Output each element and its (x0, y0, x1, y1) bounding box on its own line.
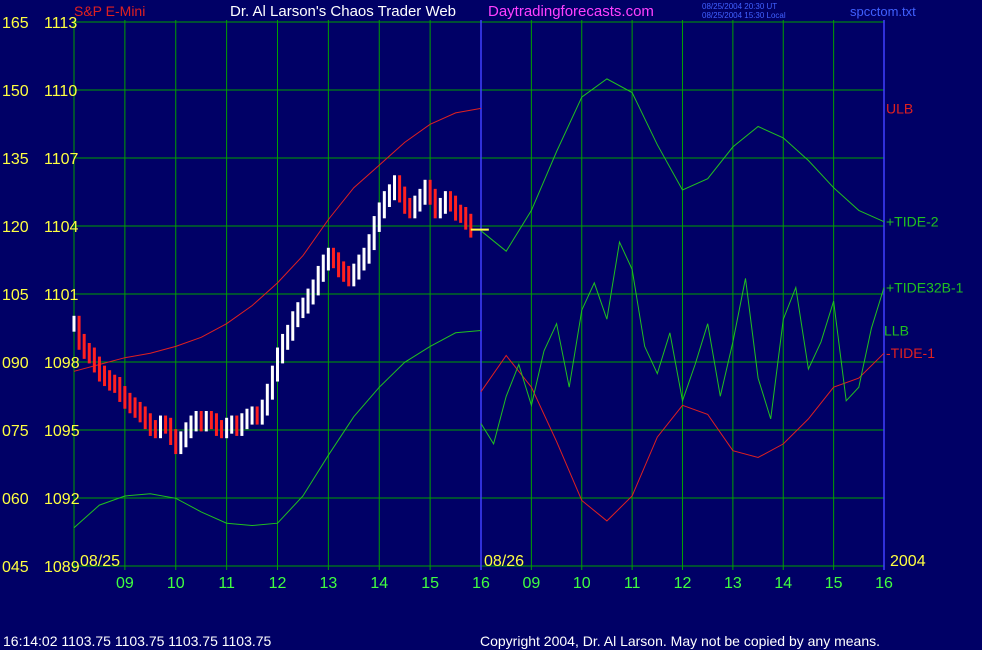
day-label: 08/25 (80, 553, 120, 570)
time-axis-tick: 16 (472, 575, 490, 592)
symbol-label: S&P E-Mini (74, 3, 145, 19)
price-axis-tick: 1101 (44, 287, 79, 304)
time-axis-tick: 11 (624, 575, 641, 592)
time-axis-tick: 13 (724, 575, 742, 592)
price-axis-tick: 1113 (44, 15, 77, 32)
time-axis-tick: 14 (370, 575, 388, 592)
index-axis-tick: 105 (2, 287, 29, 304)
time-axis-tick: 10 (573, 575, 591, 592)
time-axis-tick: 12 (674, 575, 692, 592)
time-axis-tick: 15 (825, 575, 843, 592)
year-label: 2004 (890, 553, 926, 570)
index-axis-tick: 075 (2, 423, 29, 440)
index-axis-tick: 060 (2, 491, 29, 508)
time-axis-tick: 11 (218, 575, 235, 592)
time-axis-tick: 12 (269, 575, 287, 592)
chart-title: Dr. Al Larson's Chaos Trader Web (230, 3, 456, 20)
series-label: ULB (886, 100, 913, 116)
time-axis-tick: 14 (774, 575, 792, 592)
time-axis-tick: 09 (522, 575, 540, 592)
time-axis-tick: 16 (875, 575, 893, 592)
timestamp-ut: 08/25/2004 20:30 UT (702, 2, 777, 11)
quote-readout: 16:14:02 1103.75 1103.75 1103.75 1103.75 (3, 633, 272, 649)
price-axis-tick: 1110 (44, 83, 77, 100)
index-axis-tick: 135 (2, 151, 29, 168)
time-axis-tick: 09 (116, 575, 134, 592)
price-axis-tick: 1092 (44, 491, 80, 508)
price-axis-tick: 1098 (44, 355, 80, 372)
price-axis-tick: 1095 (44, 423, 80, 440)
file-name: spcctom.txt (850, 4, 916, 19)
chaos-trader-chart: ULB LLB -TIDE-1 +TIDE-2 +TIDE32B-1 165 150 135… (0, 0, 982, 650)
series-label: +TIDE32B-1 (886, 279, 964, 295)
series-label: -TIDE-1 (886, 345, 935, 361)
site-link[interactable]: Daytradingforecasts.com (488, 3, 654, 20)
index-axis-tick: 165 (2, 15, 29, 32)
time-axis-tick: 13 (319, 575, 337, 592)
day-label: 08/26 (484, 553, 524, 570)
series-label: +TIDE-2 (886, 214, 939, 230)
index-axis-tick: 090 (2, 355, 29, 372)
time-axis-tick: 15 (421, 575, 439, 592)
index-axis-tick: 045 (2, 559, 29, 576)
price-axis-tick: 1104 (44, 219, 79, 236)
series-label: LLB (884, 323, 909, 339)
index-axis-tick: 120 (2, 219, 29, 236)
index-axis-tick: 150 (2, 83, 29, 100)
time-axis-tick: 10 (167, 575, 185, 592)
price-axis-tick: 1089 (44, 559, 80, 576)
price-axis-tick: 1107 (44, 151, 79, 168)
timestamp-local: 08/25/2004 15:30 Local (702, 11, 786, 20)
copyright: Copyright 2004, Dr. Al Larson. May not b… (480, 633, 880, 649)
